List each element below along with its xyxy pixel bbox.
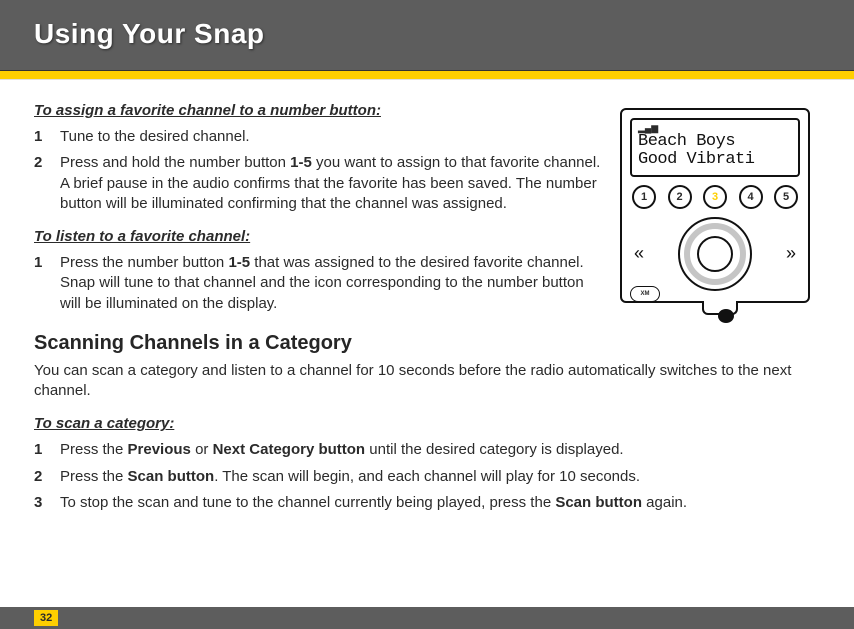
page-number: 32 bbox=[34, 610, 58, 626]
next-icon[interactable]: » bbox=[784, 243, 798, 264]
step-number: 1 bbox=[34, 253, 42, 273]
step-text-bold: Scan button bbox=[555, 494, 642, 511]
scan-step-3: 3 To stop the scan and tune to the chann… bbox=[60, 493, 820, 513]
step-text: Tune to the desired channel. bbox=[60, 128, 250, 145]
step-text-pre: Press and hold the number button bbox=[60, 154, 290, 171]
step-text-pre: To stop the scan and tune to the channel… bbox=[60, 494, 555, 511]
screen-line-2: Good Vibrati bbox=[638, 151, 792, 169]
step-text-mid: or bbox=[191, 441, 213, 458]
screen-line-1: Beach Boys bbox=[638, 133, 792, 151]
step-text-bold: Previous bbox=[128, 441, 191, 458]
listen-heading: To listen to a favorite channel: bbox=[34, 228, 602, 245]
listen-step-1: 1 Press the number button 1-5 that was a… bbox=[60, 253, 602, 314]
dial-center[interactable] bbox=[697, 236, 733, 272]
step-text-post: . The scan will begin, and each channel … bbox=[214, 468, 640, 485]
assign-heading: To assign a favorite channel to a number… bbox=[34, 102, 602, 119]
assign-step-1: 1 Tune to the desired channel. bbox=[60, 127, 602, 147]
header-band: Using Your Snap bbox=[0, 0, 854, 70]
step-number: 2 bbox=[34, 467, 42, 487]
step-text-bold: Scan button bbox=[128, 468, 215, 485]
step-text-pre: Press the bbox=[60, 441, 128, 458]
preset-button-3[interactable]: 3 bbox=[703, 185, 727, 209]
step-text-pre: Press the number button bbox=[60, 254, 228, 271]
content: To assign a favorite channel to a number… bbox=[0, 80, 854, 607]
preset-button-4[interactable]: 4 bbox=[739, 185, 763, 209]
scan-step-2: 2 Press the Scan button. The scan will b… bbox=[60, 467, 820, 487]
brand-badge: XM bbox=[630, 286, 660, 302]
device-illustration: ▂▄▆ Beach Boys Good Vibrati 1 2 3 4 5 XM… bbox=[620, 108, 810, 303]
assign-steps: 1 Tune to the desired channel. 2 Press a… bbox=[34, 127, 602, 214]
device-column: ▂▄▆ Beach Boys Good Vibrati 1 2 3 4 5 XM… bbox=[620, 102, 820, 328]
step-text-bold2: Next Category button bbox=[213, 441, 366, 458]
dial-ring bbox=[684, 223, 746, 285]
preset-row: 1 2 3 4 5 bbox=[630, 185, 800, 209]
step-text-pre: Press the bbox=[60, 468, 128, 485]
step-text-bold: 1-5 bbox=[228, 254, 250, 271]
footer-band: 32 bbox=[0, 607, 854, 629]
scanning-intro: You can scan a category and listen to a … bbox=[34, 361, 820, 402]
scanning-heading: Scanning Channels in a Category bbox=[34, 332, 820, 355]
step-number: 3 bbox=[34, 493, 42, 513]
scan-step-1: 1 Press the Previous or Next Category bu… bbox=[60, 440, 820, 460]
dial[interactable] bbox=[678, 217, 752, 291]
page-title: Using Your Snap bbox=[34, 18, 820, 50]
assign-step-2: 2 Press and hold the number button 1-5 y… bbox=[60, 153, 602, 214]
left-column: To assign a favorite channel to a number… bbox=[34, 102, 602, 328]
listen-steps: 1 Press the number button 1-5 that was a… bbox=[34, 253, 602, 314]
device-connector bbox=[702, 301, 738, 315]
step-number: 2 bbox=[34, 153, 42, 173]
accent-band bbox=[0, 70, 854, 80]
preset-button-1[interactable]: 1 bbox=[632, 185, 656, 209]
manual-page: Using Your Snap To assign a favorite cha… bbox=[0, 0, 854, 629]
device-foot bbox=[620, 301, 820, 315]
previous-icon[interactable]: « bbox=[632, 243, 646, 264]
plug-icon bbox=[718, 309, 734, 323]
step-text-post: until the desired category is displayed. bbox=[365, 441, 623, 458]
preset-button-2[interactable]: 2 bbox=[668, 185, 692, 209]
step-number: 1 bbox=[34, 127, 42, 147]
scan-steps: 1 Press the Previous or Next Category bu… bbox=[34, 440, 820, 513]
step-number: 1 bbox=[34, 440, 42, 460]
preset-button-5[interactable]: 5 bbox=[774, 185, 798, 209]
step-text-post: again. bbox=[642, 494, 687, 511]
step-text-bold: 1-5 bbox=[290, 154, 312, 171]
scan-sub-heading: To scan a category: bbox=[34, 415, 820, 432]
device-screen: ▂▄▆ Beach Boys Good Vibrati bbox=[630, 118, 800, 177]
